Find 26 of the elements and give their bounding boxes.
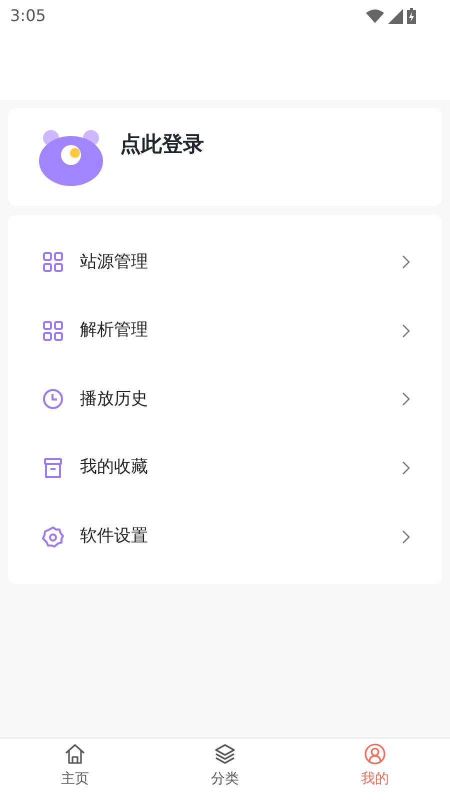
settings-icon (42, 526, 64, 548)
chevron-right-icon (402, 255, 410, 270)
grid-icon (42, 320, 64, 342)
chevron-right-icon (402, 461, 410, 476)
menu-item[interactable]: 播放历史 (8, 365, 442, 434)
layers-icon (214, 743, 236, 765)
avatar-icon (38, 128, 104, 186)
chevron-right-icon (402, 324, 410, 338)
home-icon (64, 743, 86, 765)
chevron-right-icon (402, 530, 410, 544)
wifi-icon (366, 9, 384, 23)
tab[interactable]: 分类 (150, 739, 300, 800)
clock-icon (42, 388, 64, 410)
menu-item[interactable]: 软件设置 (8, 502, 442, 571)
menu-item[interactable]: 解析管理 (8, 296, 442, 366)
login-link[interactable]: 点此登录 (120, 129, 204, 161)
menu-item[interactable]: 站源管理 (8, 228, 442, 297)
clock-time: 3:05 (10, 5, 46, 27)
battery-icon (407, 8, 416, 24)
signal-icon (388, 8, 403, 24)
profile-icon (364, 743, 386, 765)
grid-icon (42, 251, 64, 274)
archive-icon (42, 457, 64, 480)
menu-item[interactable]: 我的收藏 (8, 434, 442, 502)
chevron-right-icon (402, 392, 410, 406)
tab[interactable]: 主页 (0, 739, 150, 800)
